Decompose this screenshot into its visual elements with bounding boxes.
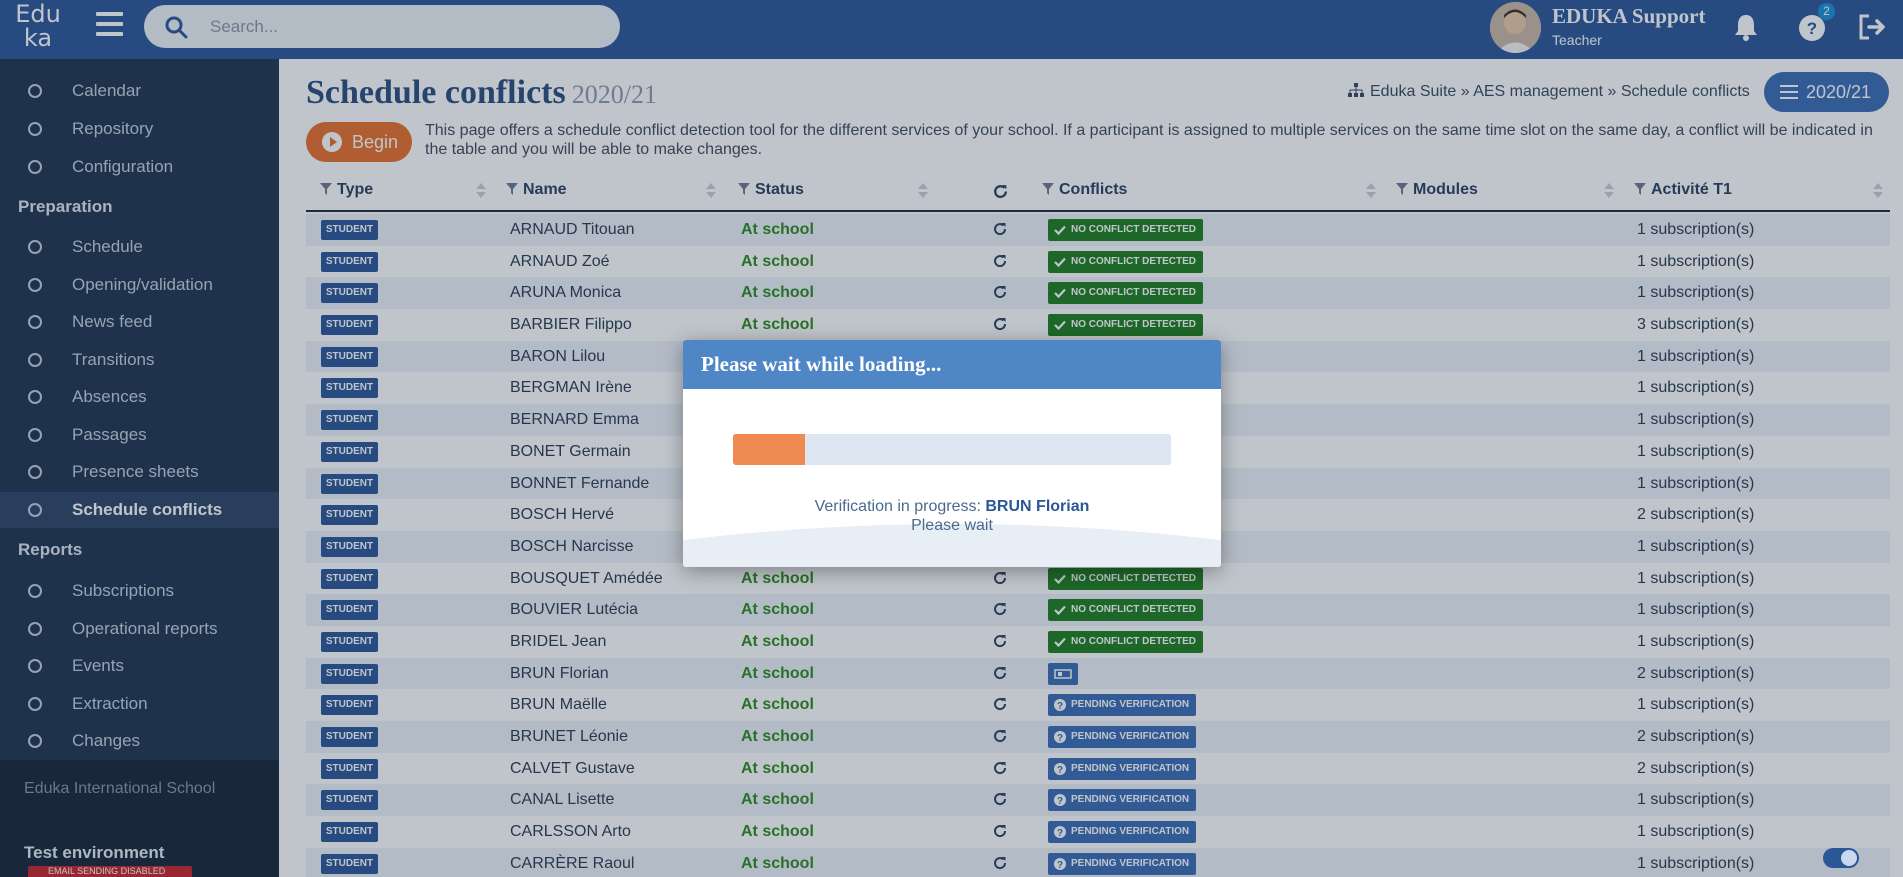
wait-text: Please wait	[911, 517, 993, 534]
theme-toggle[interactable]	[1823, 848, 1859, 868]
verification-label: Verification in progress:	[814, 498, 981, 515]
dialog-title: Please wait while loading...	[683, 340, 1221, 389]
progress-bar-fill	[733, 434, 806, 465]
loading-dialog: Please wait while loading... Verificatio…	[683, 340, 1221, 567]
verification-name: BRUN Florian	[985, 498, 1090, 515]
progress-bar	[733, 434, 1171, 465]
verification-status: Verification in progress: BRUN Florian P…	[683, 497, 1221, 535]
